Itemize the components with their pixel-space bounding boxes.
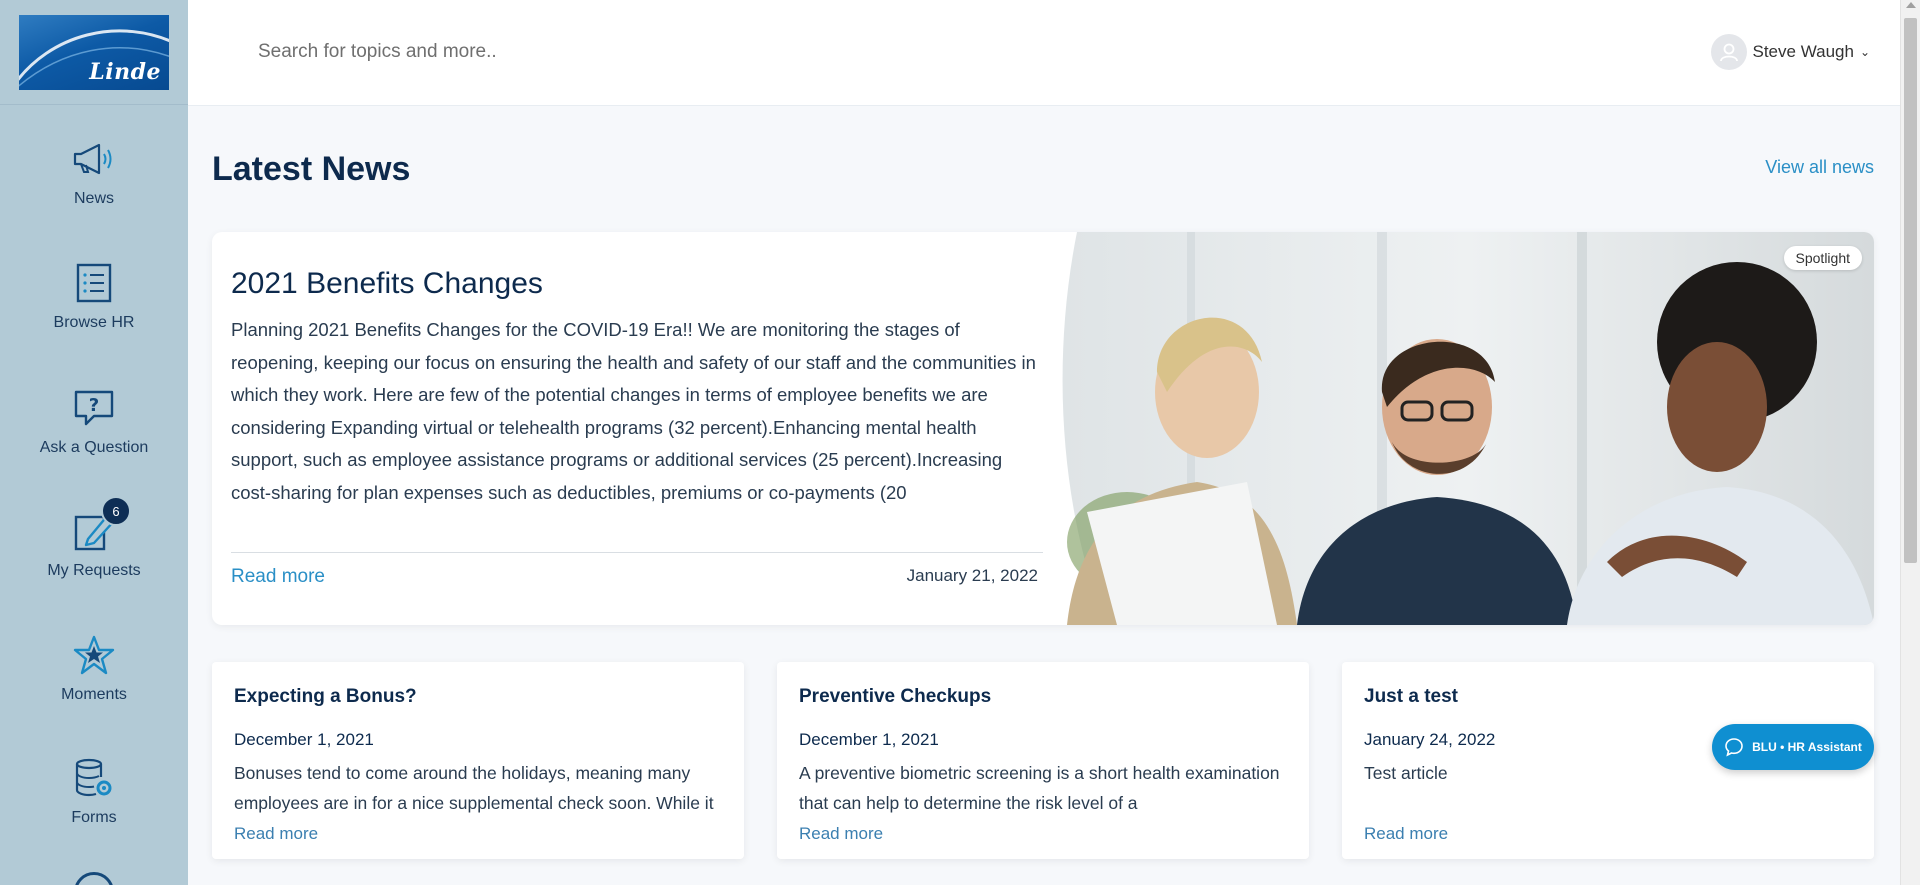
divider xyxy=(231,552,1043,553)
spotlight-news-card[interactable]: 2021 Benefits Changes Planning 2021 Bene… xyxy=(212,232,1874,625)
sidebar-item-browse-hr[interactable]: Browse HR xyxy=(0,260,188,332)
logo-text: Linde xyxy=(89,58,161,85)
news-card-date: December 1, 2021 xyxy=(799,730,939,749)
sidebar-item-label: Browse HR xyxy=(53,314,135,331)
svg-text:?: ? xyxy=(89,395,99,416)
top-header: Steve Waugh ⌄ xyxy=(188,0,1900,106)
sidebar-item-label: News xyxy=(73,190,114,207)
search-input[interactable] xyxy=(258,34,958,70)
user-menu[interactable]: Steve Waugh ⌄ xyxy=(1710,34,1870,70)
sidebar: Linde News Browse HR ? Ask a Question 6 … xyxy=(0,0,188,885)
chat-bubble-icon xyxy=(1725,738,1743,757)
news-card-read-more-link[interactable]: Read more xyxy=(234,824,318,844)
requests-count-badge: 6 xyxy=(101,496,131,526)
scroll-thumb[interactable] xyxy=(1904,18,1917,563)
sidebar-item-label: Moments xyxy=(61,686,127,703)
news-card[interactable]: Preventive Checkups December 1, 2021 A p… xyxy=(777,662,1309,859)
spotlight-date: January 21, 2022 xyxy=(906,566,1038,585)
sidebar-item-label: My Requests xyxy=(47,562,141,579)
logo-area: Linde xyxy=(0,0,188,105)
hr-assistant-chat-button[interactable]: BLU • HR Assistant xyxy=(1712,724,1874,770)
spotlight-title[interactable]: 2021 Benefits Changes xyxy=(231,267,543,301)
chevron-down-icon: ⌄ xyxy=(1859,45,1870,59)
page-scrollbar[interactable] xyxy=(1900,0,1920,885)
news-card-title[interactable]: Just a test xyxy=(1364,686,1458,708)
news-card-title[interactable]: Preventive Checkups xyxy=(799,686,991,708)
sidebar-item-moments[interactable]: Moments xyxy=(0,632,188,704)
page-title: Latest News xyxy=(212,150,411,188)
sidebar-item-my-requests[interactable]: 6 My Requests xyxy=(0,496,188,580)
circle-icon xyxy=(74,872,114,885)
news-card-date: January 24, 2022 xyxy=(1364,730,1496,749)
megaphone-icon xyxy=(69,136,119,182)
news-card[interactable]: Expecting a Bonus? December 1, 2021 Bonu… xyxy=(212,662,744,859)
view-all-news-link[interactable]: View all news xyxy=(1765,157,1874,178)
user-icon xyxy=(1719,43,1738,62)
office-meeting-image xyxy=(1062,232,1874,625)
user-name: Steve Waugh xyxy=(1752,42,1854,61)
sidebar-item-forms[interactable]: Forms xyxy=(0,755,188,827)
avatar xyxy=(1710,34,1747,70)
news-card-read-more-link[interactable]: Read more xyxy=(1364,824,1448,844)
spotlight-photo: Spotlight xyxy=(1047,232,1874,625)
sidebar-item-ask-a-question[interactable]: ? Ask a Question xyxy=(0,385,188,457)
edit-note-icon: 6 xyxy=(69,496,131,554)
news-card-title[interactable]: Expecting a Bonus? xyxy=(234,686,417,708)
document-list-icon xyxy=(69,260,119,306)
linde-logo[interactable]: Linde xyxy=(19,14,169,90)
sidebar-item-more[interactable] xyxy=(0,872,188,885)
news-card-read-more-link[interactable]: Read more xyxy=(799,824,883,844)
spotlight-read-more-link[interactable]: Read more xyxy=(231,566,325,588)
spotlight-tag: Spotlight xyxy=(1783,246,1862,270)
news-card-body: Bonuses tend to come around the holidays… xyxy=(234,763,714,813)
database-gear-icon xyxy=(69,755,119,801)
question-bubble-icon: ? xyxy=(69,385,119,431)
chat-button-label: BLU • HR Assistant xyxy=(1752,740,1862,754)
star-icon xyxy=(69,632,119,678)
news-card-date: December 1, 2021 xyxy=(234,730,374,749)
sidebar-item-label: Ask a Question xyxy=(39,439,149,456)
spotlight-body: Planning 2021 Benefits Changes for the C… xyxy=(231,319,1036,503)
sidebar-item-news[interactable]: News xyxy=(0,136,188,208)
news-card-body: A preventive biometric screening is a sh… xyxy=(799,763,1280,813)
sidebar-item-label: Forms xyxy=(71,809,117,826)
scroll-up-arrow-icon[interactable] xyxy=(1906,2,1916,8)
